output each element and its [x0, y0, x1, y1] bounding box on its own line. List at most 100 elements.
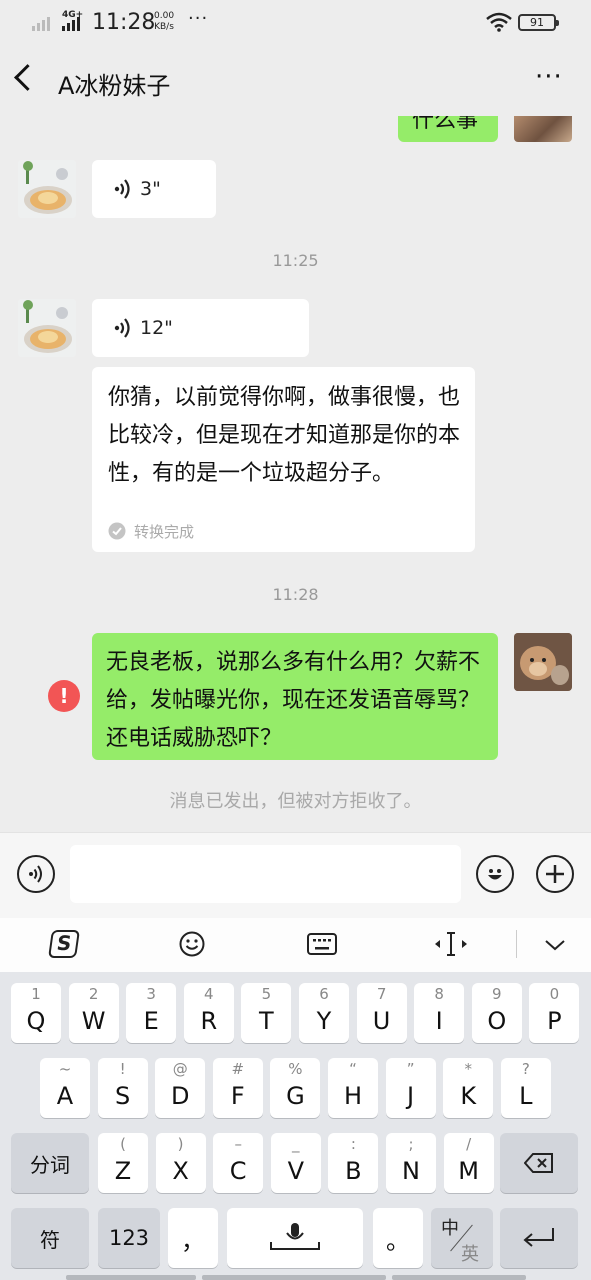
- comma-key[interactable]: ，: [168, 1208, 218, 1268]
- sogou-logo-icon[interactable]: S: [48, 930, 80, 958]
- key-n[interactable]: ; N: [386, 1133, 436, 1193]
- key-label: P: [547, 1007, 562, 1035]
- key-v[interactable]: _ V: [270, 1133, 321, 1193]
- voice-input-button[interactable]: [17, 855, 55, 893]
- key-s[interactable]: ! S: [97, 1058, 148, 1118]
- emoji-keyboard-icon[interactable]: [179, 931, 205, 957]
- voice-wave-icon: [114, 179, 130, 199]
- contact-avatar[interactable]: [18, 299, 76, 357]
- key-w[interactable]: 2W: [68, 983, 119, 1043]
- key-secondary-label: 9: [492, 985, 502, 1003]
- key-secondary-label: 6: [319, 985, 329, 1003]
- enter-icon: [523, 1228, 554, 1247]
- key-label: 123: [108, 1226, 150, 1250]
- key-b[interactable]: :B: [328, 1133, 379, 1193]
- key-y[interactable]: 6Y: [299, 983, 349, 1043]
- transcript-status: 转换完成: [134, 523, 195, 541]
- voice-message-bubble[interactable]: 3": [92, 160, 216, 218]
- key-label: L: [519, 1082, 533, 1110]
- key-i[interactable]: 8I: [414, 983, 465, 1043]
- key-r[interactable]: 4R: [183, 983, 234, 1043]
- voice-duration: 3": [140, 178, 161, 200]
- voice-transcript-bubble[interactable]: 你猜，以前觉得你啊，做事很慢，也比较冷，但是现在才知道那是你的本性，有的是一个垃…: [92, 367, 475, 552]
- key-label: G: [286, 1082, 305, 1110]
- key-a[interactable]: ~ A: [40, 1058, 90, 1118]
- collapse-keyboard-icon[interactable]: [544, 938, 566, 952]
- key-t[interactable]: 5T: [241, 983, 292, 1043]
- message-input[interactable]: [70, 845, 461, 903]
- timestamp: 11:28: [272, 585, 319, 604]
- backspace-key[interactable]: [500, 1133, 578, 1193]
- timestamp: 11:25: [272, 251, 319, 270]
- my-avatar-partial[interactable]: [514, 116, 572, 142]
- food-plate-icon: [18, 299, 76, 357]
- key-secondary-label: ~: [58, 1060, 72, 1078]
- smile-icon: [488, 869, 502, 880]
- net-speed: 0.00 KB/s: [154, 11, 175, 32]
- key-secondary-label: /: [466, 1135, 472, 1153]
- key-u[interactable]: 7U: [356, 983, 407, 1043]
- voice-message-bubble[interactable]: 12": [92, 299, 309, 357]
- key-p[interactable]: 0P: [529, 983, 580, 1043]
- status-time: 11:28: [92, 10, 156, 35]
- fenci-key[interactable]: 分词: [11, 1133, 89, 1193]
- key-x[interactable]: ) X: [155, 1133, 206, 1193]
- key-f[interactable]: # F: [212, 1058, 263, 1118]
- nav-segment: [392, 1275, 526, 1280]
- key-label: M: [458, 1157, 479, 1185]
- key-o[interactable]: 9O: [471, 983, 522, 1043]
- key-secondary-label: !: [119, 1060, 126, 1078]
- rejected-notice: 消息已发出，但被对方拒收了。: [169, 791, 422, 812]
- message-text: 什么事: [412, 116, 479, 133]
- wifi-icon: [486, 12, 512, 32]
- keyboard-layout-icon[interactable]: [307, 933, 337, 955]
- contact-avatar[interactable]: [18, 160, 76, 218]
- key-d[interactable]: @ D: [155, 1058, 206, 1118]
- plus-button[interactable]: [536, 855, 574, 893]
- key-h[interactable]: “H: [328, 1058, 378, 1118]
- symbol-key[interactable]: 符: [11, 1208, 89, 1268]
- key-secondary-label: 4: [204, 985, 214, 1003]
- key-z[interactable]: (Z: [98, 1133, 148, 1193]
- keyboard-toolbar: [0, 918, 591, 972]
- my-avatar[interactable]: [514, 633, 572, 691]
- zh-label: 中: [441, 1218, 459, 1239]
- language-switch-key[interactable]: 中 英: [431, 1208, 493, 1268]
- sent-bubble-partial[interactable]: 什么事: [398, 116, 498, 142]
- plus-icon: [546, 865, 564, 883]
- key-label: Q: [26, 1007, 46, 1035]
- enter-key[interactable]: [500, 1208, 578, 1268]
- more-options-icon[interactable]: ···: [535, 62, 563, 92]
- chat-title: A冰粉妹子: [58, 72, 171, 100]
- status-bar: 4G+ 11:28 0.00 KB/s ··· 91: [0, 0, 591, 48]
- key-j[interactable]: ” J: [385, 1058, 436, 1118]
- food-plate-icon: [18, 160, 76, 218]
- key-label: Z: [114, 1157, 132, 1185]
- check-circle-icon: [108, 522, 126, 540]
- key-m[interactable]: / M: [443, 1133, 494, 1193]
- key-label: K: [460, 1082, 477, 1110]
- key-l[interactable]: ? L: [500, 1058, 551, 1118]
- key-g[interactable]: % G: [270, 1058, 321, 1118]
- key-c[interactable]: – C: [213, 1133, 264, 1193]
- key-label: C: [229, 1157, 247, 1185]
- error-icon[interactable]: !: [48, 680, 80, 712]
- key-q[interactable]: 1Q: [11, 983, 61, 1043]
- space-key[interactable]: [227, 1208, 363, 1268]
- emoji-button[interactable]: [476, 855, 514, 893]
- cursor-move-icon[interactable]: [433, 930, 469, 958]
- sent-message-bubble[interactable]: 无良老板，说那么多有什么用？欠薪不给，发帖曝光你，现在还发语音辱骂？还电话威胁恐…: [92, 633, 498, 760]
- key-secondary-label: :: [350, 1135, 356, 1153]
- key-secondary-label: ;: [408, 1135, 414, 1153]
- key-label: Y: [316, 1007, 332, 1035]
- network-type: 4G+: [62, 10, 84, 20]
- number-key[interactable]: 123: [98, 1208, 160, 1268]
- key-label: S: [114, 1082, 131, 1110]
- key-k[interactable]: * K: [443, 1058, 494, 1118]
- period-key[interactable]: 。: [373, 1208, 423, 1268]
- key-secondary-label: 8: [434, 985, 444, 1003]
- voice-wave-icon: [114, 318, 130, 338]
- key-secondary-label: %: [288, 1060, 303, 1078]
- key-label: X: [172, 1157, 189, 1185]
- key-e[interactable]: 3E: [126, 983, 177, 1043]
